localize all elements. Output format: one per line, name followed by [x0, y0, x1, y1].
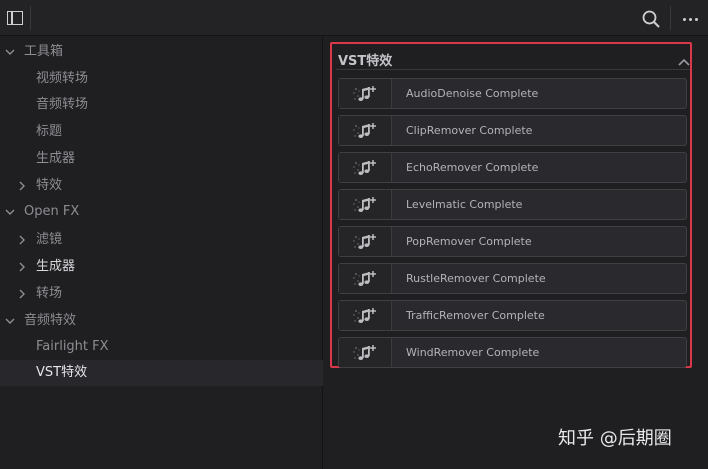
vst-effect-item[interactable]: ClipRemover Complete — [338, 115, 687, 146]
tree-item[interactable]: 音频转场 — [0, 92, 323, 118]
chevron-down-icon[interactable] — [5, 316, 15, 326]
chevron-up-icon[interactable] — [678, 52, 690, 66]
tree-item[interactable]: 生成器 — [0, 146, 323, 172]
toolbar-divider — [30, 6, 31, 30]
music-note-icon — [339, 79, 392, 108]
tree-item-label: 生成器 — [36, 151, 76, 166]
tree-item[interactable]: 滤镜 — [0, 227, 323, 253]
music-note-icon — [339, 116, 392, 145]
vst-effect-item[interactable]: EchoRemover Complete — [338, 152, 687, 183]
vst-section-title: VST特效 — [338, 54, 393, 69]
chevron-right-icon[interactable] — [17, 181, 27, 191]
tree-item-label: Open FX — [24, 204, 80, 219]
vst-effect-label: EchoRemover Complete — [406, 161, 539, 174]
vst-effect-label: Levelmatic Complete — [406, 198, 523, 211]
music-note-icon — [339, 153, 392, 182]
music-note-icon — [339, 227, 392, 256]
tree-item[interactable]: VST特效 — [0, 360, 323, 386]
vst-effect-label: WindRemover Complete — [406, 346, 540, 359]
music-note-icon — [339, 264, 392, 293]
vst-effect-item[interactable]: RustleRemover Complete — [338, 263, 687, 294]
tree-item[interactable]: Fairlight FX — [0, 334, 323, 360]
tree-item-label: 视频转场 — [36, 71, 89, 86]
vst-section-header[interactable]: VST特效 — [336, 46, 690, 70]
vst-section: VST特效 AudioDenoise Complete ClipRemover C… — [330, 42, 692, 368]
tree-item-label: Fairlight FX — [36, 339, 109, 354]
chevron-right-icon[interactable] — [17, 289, 27, 299]
vst-effect-item[interactable]: PopRemover Complete — [338, 226, 687, 257]
music-note-icon — [339, 190, 392, 219]
chevron-right-icon[interactable] — [17, 262, 27, 272]
tree-item-label: 音频特效 — [24, 313, 77, 328]
effects-tree: 工具箱 视频转场 音频转场 标题 生成器 特效 Open FX 滤镜 生成器 转场 音频特效 Fair… — [0, 37, 323, 469]
tree-item[interactable]: 转场 — [0, 281, 323, 307]
tree-item-label: 工具箱 — [24, 44, 64, 59]
tree-item[interactable]: Open FX — [0, 199, 323, 225]
tree-item-label: 特效 — [36, 178, 63, 193]
vst-effect-label: TrafficRemover Complete — [406, 309, 545, 322]
toolbar-divider — [670, 6, 671, 30]
effects-browser: VST特效 AudioDenoise Complete ClipRemover C… — [324, 37, 708, 469]
vst-effect-item[interactable]: AudioDenoise Complete — [338, 78, 687, 109]
sidebar-toggle-icon[interactable] — [4, 7, 26, 29]
tree-item[interactable]: 生成器 — [0, 254, 323, 280]
chevron-down-icon[interactable] — [5, 47, 15, 57]
tree-item-label: 标题 — [36, 124, 63, 139]
tree-item[interactable]: 工具箱 — [0, 39, 323, 65]
tree-item-label: 生成器 — [36, 259, 76, 274]
vst-effect-label: RustleRemover Complete — [406, 272, 546, 285]
vst-effect-label: PopRemover Complete — [406, 235, 532, 248]
tree-item-label: 音频转场 — [36, 97, 89, 112]
watermark: 知乎 @后期圈 — [558, 428, 672, 449]
vst-effect-item[interactable]: Levelmatic Complete — [338, 189, 687, 220]
vst-effect-label: AudioDenoise Complete — [406, 87, 539, 100]
music-note-icon — [339, 338, 392, 367]
music-note-icon — [339, 301, 392, 330]
tree-item-label: 滤镜 — [36, 232, 63, 247]
search-icon[interactable] — [640, 8, 662, 30]
tree-item[interactable]: 音频特效 — [0, 308, 323, 334]
vst-effect-item[interactable]: TrafficRemover Complete — [338, 300, 687, 331]
tree-item[interactable]: 视频转场 — [0, 66, 323, 92]
tree-item[interactable]: 标题 — [0, 119, 323, 145]
more-icon[interactable] — [676, 8, 704, 30]
tree-item-label: 转场 — [36, 286, 63, 301]
vst-effect-label: ClipRemover Complete — [406, 124, 533, 137]
chevron-down-icon[interactable] — [5, 207, 15, 217]
vst-effect-item[interactable]: WindRemover Complete — [338, 337, 687, 368]
toolbar — [0, 0, 708, 36]
tree-item-label: VST特效 — [36, 365, 88, 380]
chevron-right-icon[interactable] — [17, 235, 27, 245]
tree-item[interactable]: 特效 — [0, 173, 323, 199]
